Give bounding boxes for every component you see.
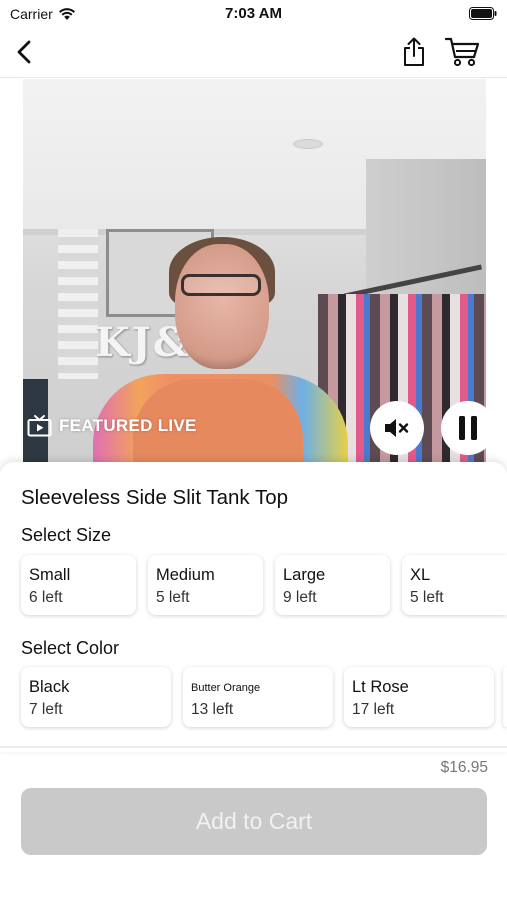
size-option-name: Large bbox=[283, 566, 326, 584]
product-title: Sleeveless Side Slit Tank Top bbox=[21, 486, 289, 509]
chevron-left-icon bbox=[17, 40, 31, 64]
color-option-name: Lt Rose bbox=[352, 678, 409, 696]
size-option-name: Medium bbox=[156, 566, 215, 584]
color-heading: Select Color bbox=[21, 638, 120, 658]
size-option-medium[interactable]: Medium 5 left bbox=[148, 555, 263, 615]
color-option-lt-rose[interactable]: Lt Rose 17 left bbox=[344, 667, 494, 727]
nav-bar bbox=[0, 28, 507, 78]
size-option-stock: 5 left bbox=[156, 589, 190, 606]
product-card: Sleeveless Side Slit Tank Top Select Siz… bbox=[0, 462, 507, 752]
color-option-stock: 17 left bbox=[352, 701, 395, 718]
pause-icon bbox=[459, 416, 477, 440]
size-option-small[interactable]: Small 6 left bbox=[21, 555, 136, 615]
video-scene-light bbox=[293, 139, 323, 149]
cart-icon bbox=[445, 37, 480, 67]
size-option-stock: 9 left bbox=[283, 589, 317, 606]
product-price: $16.95 bbox=[440, 759, 488, 776]
size-option-name: Small bbox=[29, 566, 71, 584]
pause-button[interactable] bbox=[441, 401, 486, 455]
color-option-name: Butter Orange bbox=[191, 682, 261, 694]
video-scene-person-glasses bbox=[181, 274, 261, 296]
color-option-butter-orange[interactable]: Butter Orange 13 left bbox=[183, 667, 333, 727]
checkout-divider bbox=[0, 746, 507, 748]
color-option-black[interactable]: Black 7 left bbox=[21, 667, 171, 727]
size-option-xl[interactable]: XL 5 left bbox=[402, 555, 507, 615]
tv-icon bbox=[27, 415, 52, 437]
status-time: 7:03 AM bbox=[225, 5, 282, 22]
size-option-stock: 6 left bbox=[29, 589, 63, 606]
video-scene-garland bbox=[58, 229, 98, 379]
color-option-stock: 7 left bbox=[29, 701, 63, 718]
mute-button[interactable] bbox=[370, 401, 424, 455]
size-option-stock: 5 left bbox=[410, 589, 444, 606]
featured-live-badge: FEATURED LIVE bbox=[27, 415, 197, 437]
add-to-cart-button[interactable]: Add to Cart bbox=[21, 788, 487, 855]
cart-button[interactable] bbox=[444, 36, 482, 68]
size-option-large[interactable]: Large 9 left bbox=[275, 555, 390, 615]
status-bar: Carrier 7:03 AM bbox=[0, 0, 507, 28]
share-button[interactable] bbox=[398, 36, 430, 68]
color-option-overflow[interactable] bbox=[503, 667, 507, 727]
battery-icon bbox=[469, 7, 497, 20]
speaker-muted-icon bbox=[385, 419, 409, 437]
featured-live-label: FEATURED LIVE bbox=[59, 416, 197, 435]
color-option-name: Black bbox=[29, 678, 70, 696]
color-option-stock: 13 left bbox=[191, 701, 234, 718]
size-heading: Select Size bbox=[21, 525, 112, 545]
live-video-player[interactable]: KJ&C FEATURED LIVE bbox=[23, 79, 486, 464]
back-button[interactable] bbox=[10, 38, 38, 66]
size-option-name: XL bbox=[410, 566, 431, 584]
video-scene-person-face bbox=[175, 244, 269, 369]
share-icon bbox=[404, 37, 424, 66]
